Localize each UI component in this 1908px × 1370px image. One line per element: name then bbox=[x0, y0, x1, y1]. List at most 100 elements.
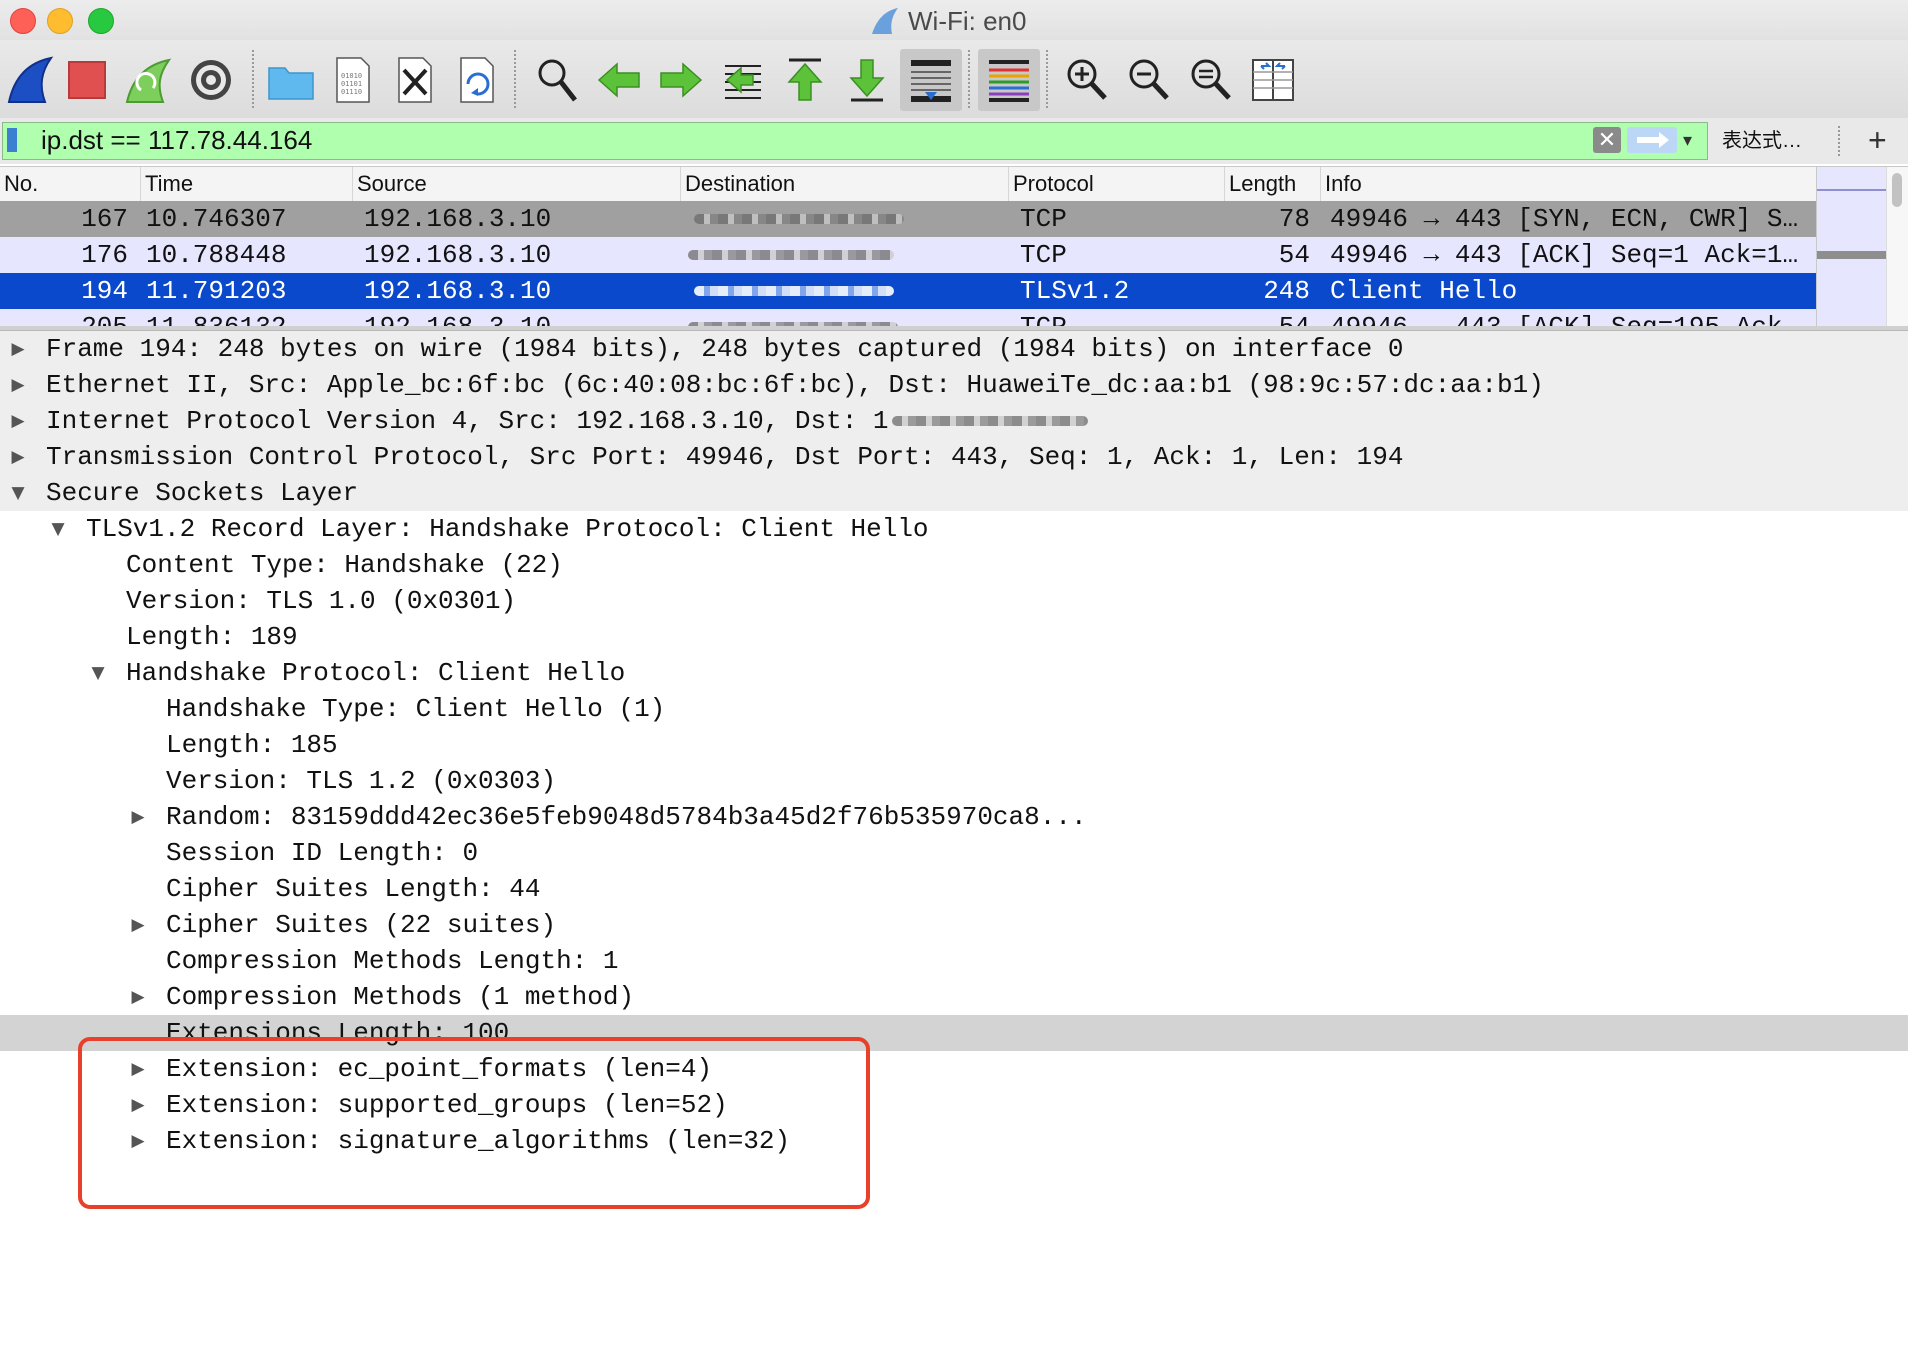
packet-source: 192.168.3.10 bbox=[364, 276, 552, 306]
detail-row[interactable]: ▶ Extension: ec_point_formats (len=4) bbox=[0, 1051, 1908, 1087]
detail-row-ssl[interactable]: ▼ Secure Sockets Layer bbox=[0, 475, 1908, 511]
packet-source: 192.168.3.10 bbox=[364, 312, 552, 327]
expand-triangle-icon[interactable]: ▶ bbox=[6, 331, 30, 367]
detail-text: Handshake Protocol: Client Hello bbox=[126, 658, 626, 688]
detail-row[interactable]: ▶ Cipher Suites (22 suites) bbox=[0, 907, 1908, 943]
collapse-triangle-icon[interactable]: ▼ bbox=[46, 511, 70, 547]
detail-row[interactable]: ▼ Handshake Protocol: Client Hello bbox=[0, 655, 1908, 691]
detail-row[interactable]: Version: TLS 1.2 (0x0303) bbox=[0, 763, 1908, 799]
expand-triangle-icon[interactable]: ▶ bbox=[6, 367, 30, 403]
expand-triangle-icon[interactable]: ▶ bbox=[126, 979, 150, 1015]
normal-size-button[interactable] bbox=[1180, 49, 1242, 111]
detail-text: Compression Methods (1 method) bbox=[166, 982, 635, 1012]
detail-row[interactable]: Compression Methods Length: 1 bbox=[0, 943, 1908, 979]
open-file-button[interactable] bbox=[260, 49, 322, 111]
zoom-out-icon bbox=[1129, 59, 1169, 100]
bookmark-icon[interactable] bbox=[7, 128, 17, 152]
detail-row[interactable]: ▼ TLSv1.2 Record Layer: Handshake Protoco… bbox=[0, 511, 1908, 547]
autoscroll-list-icon bbox=[911, 60, 951, 102]
packet-list-scrollbar[interactable] bbox=[1886, 167, 1908, 327]
detail-row[interactable]: ▶ Extension: supported_groups (len=52) bbox=[0, 1087, 1908, 1123]
column-header-destination[interactable]: Destination bbox=[680, 167, 1008, 201]
packet-row[interactable]: 176 10.788448 192.168.3.10 TCP 54 49946 … bbox=[0, 237, 1816, 273]
clear-filter-button[interactable]: ✕ bbox=[1593, 127, 1621, 153]
column-header-info[interactable]: Info bbox=[1320, 167, 1816, 201]
detail-text: Ethernet II, Src: Apple_bc:6f:bc (6c:40:… bbox=[46, 370, 1544, 400]
expand-triangle-icon[interactable]: ▶ bbox=[126, 1123, 150, 1159]
autoscroll-button[interactable] bbox=[900, 49, 962, 111]
packet-length: 54 bbox=[1278, 312, 1310, 327]
column-header-length[interactable]: Length bbox=[1224, 167, 1320, 201]
arrow-right-icon bbox=[660, 62, 703, 98]
detail-row[interactable]: Length: 189 bbox=[0, 619, 1908, 655]
packet-row[interactable]: 205 11.836132 192.168.3.10 TCP 54 49946 … bbox=[0, 309, 1816, 327]
detail-text: Content Type: Handshake (22) bbox=[126, 550, 563, 580]
close-window-button[interactable] bbox=[10, 8, 36, 34]
detail-row-selected[interactable]: Extensions Length: 100 bbox=[0, 1015, 1908, 1051]
expand-triangle-icon[interactable]: ▶ bbox=[126, 1051, 150, 1087]
expand-triangle-icon[interactable]: ▶ bbox=[126, 907, 150, 943]
detail-row-ip[interactable]: ▶ Internet Protocol Version 4, Src: 192.1… bbox=[0, 403, 1908, 439]
detail-row[interactable]: Session ID Length: 0 bbox=[0, 835, 1908, 871]
packet-length: 78 bbox=[1278, 204, 1310, 234]
packet-minimap[interactable] bbox=[1816, 167, 1887, 327]
column-header-no[interactable]: No. bbox=[0, 167, 140, 201]
column-header-time[interactable]: Time bbox=[140, 167, 352, 201]
detail-text: Frame 194: 248 bytes on wire (1984 bits)… bbox=[46, 334, 1404, 364]
detail-row-frame[interactable]: ▶ Frame 194: 248 bytes on wire (1984 bits… bbox=[0, 331, 1908, 367]
collapse-triangle-icon[interactable]: ▼ bbox=[6, 475, 30, 511]
expand-triangle-icon[interactable]: ▶ bbox=[126, 1087, 150, 1123]
detail-row[interactable]: ▶ Extension: signature_algorithms (len=32… bbox=[0, 1123, 1908, 1159]
recent-filters-dropdown[interactable]: ▾ bbox=[1683, 125, 1707, 155]
start-capture-button[interactable] bbox=[0, 49, 62, 111]
resize-columns-icon bbox=[1252, 59, 1294, 101]
scrollbar-thumb[interactable] bbox=[1892, 173, 1902, 207]
restart-capture-button[interactable] bbox=[118, 49, 180, 111]
colorize-button[interactable] bbox=[978, 49, 1040, 111]
collapse-triangle-icon[interactable]: ▼ bbox=[86, 655, 110, 691]
capture-options-button[interactable] bbox=[180, 49, 242, 111]
detail-text: Extension: supported_groups (len=52) bbox=[166, 1090, 728, 1120]
expand-triangle-icon[interactable]: ▶ bbox=[6, 403, 30, 439]
detail-row[interactable]: Content Type: Handshake (22) bbox=[0, 547, 1908, 583]
packet-source: 192.168.3.10 bbox=[364, 204, 552, 234]
packet-row[interactable]: 167 10.746307 192.168.3.10 TCP 78 49946 … bbox=[0, 201, 1816, 237]
expand-triangle-icon[interactable]: ▶ bbox=[126, 799, 150, 835]
reload-file-button[interactable] bbox=[446, 49, 508, 111]
detail-text: Version: TLS 1.0 (0x0301) bbox=[126, 586, 517, 616]
detail-row[interactable]: Version: TLS 1.0 (0x0301) bbox=[0, 583, 1908, 619]
display-filter-input[interactable] bbox=[41, 123, 1581, 157]
detail-row[interactable]: Length: 185 bbox=[0, 727, 1908, 763]
detail-row[interactable]: ▶ Compression Methods (1 method) bbox=[0, 979, 1908, 1015]
first-packet-button[interactable] bbox=[774, 49, 836, 111]
resize-columns-button[interactable] bbox=[1242, 49, 1304, 111]
go-forward-button[interactable] bbox=[650, 49, 712, 111]
stop-capture-button[interactable] bbox=[56, 49, 118, 111]
minimize-window-button[interactable] bbox=[47, 8, 73, 34]
detail-row[interactable]: ▶ Random: 83159ddd42ec36e5feb9048d5784b3a… bbox=[0, 799, 1908, 835]
packet-row-selected[interactable]: 194 11.791203 192.168.3.10 TLSv1.2 248 C… bbox=[0, 273, 1816, 309]
column-header-protocol[interactable]: Protocol bbox=[1008, 167, 1224, 201]
go-back-button[interactable] bbox=[588, 49, 650, 111]
detail-row-ethernet[interactable]: ▶ Ethernet II, Src: Apple_bc:6f:bc (6c:40… bbox=[0, 367, 1908, 403]
expand-triangle-icon[interactable]: ▶ bbox=[6, 439, 30, 475]
detail-row[interactable]: Cipher Suites Length: 44 bbox=[0, 871, 1908, 907]
close-file-button[interactable] bbox=[384, 49, 446, 111]
column-header-source[interactable]: Source bbox=[352, 167, 680, 201]
find-packet-button[interactable] bbox=[526, 49, 588, 111]
last-packet-button[interactable] bbox=[836, 49, 898, 111]
detail-text: Session ID Length: 0 bbox=[166, 838, 479, 868]
packet-info: 49946 → 443 [ACK] Seq=195 Ack… bbox=[1330, 312, 1799, 327]
zoom-in-button[interactable] bbox=[1056, 49, 1118, 111]
detail-row-tcp[interactable]: ▶ Transmission Control Protocol, Src Port… bbox=[0, 439, 1908, 475]
zoom-window-button[interactable] bbox=[88, 8, 114, 34]
go-to-packet-button[interactable] bbox=[712, 49, 774, 111]
expression-button[interactable]: 表达式… bbox=[1722, 122, 1802, 160]
apply-filter-button[interactable] bbox=[1627, 127, 1677, 153]
detail-text: Version: TLS 1.2 (0x0303) bbox=[166, 766, 557, 796]
add-filter-button[interactable]: + bbox=[1868, 120, 1887, 160]
detail-row[interactable]: Handshake Type: Client Hello (1) bbox=[0, 691, 1908, 727]
save-file-button[interactable]: 01010 01101 01110 bbox=[322, 49, 384, 111]
zoom-out-button[interactable] bbox=[1118, 49, 1180, 111]
stop-square-icon bbox=[68, 61, 106, 99]
